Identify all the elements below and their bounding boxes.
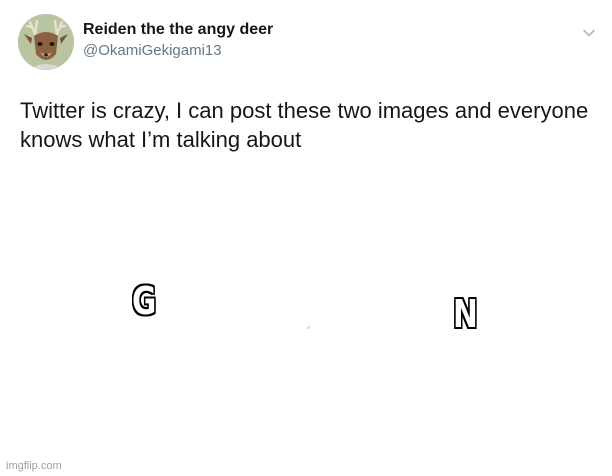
overlay-letter-left: G [132, 279, 157, 323]
author-handle[interactable]: @OkamiGekigami13 [83, 42, 222, 59]
tweet-text: Twitter is crazy, I can post these two i… [20, 98, 589, 152]
tweet-card: Reiden the the angy deer @OkamiGekigami1… [0, 0, 612, 476]
deer-avatar-icon[interactable] [18, 14, 74, 70]
imgflip-watermark: imgflip.com [6, 460, 62, 472]
chevron-down-icon[interactable] [582, 26, 596, 40]
author-display-name[interactable]: Reiden the the angy deer [83, 21, 273, 39]
small-dot [307, 326, 310, 329]
avatar-image [18, 14, 74, 70]
overlay-letter-right: N [453, 292, 478, 336]
